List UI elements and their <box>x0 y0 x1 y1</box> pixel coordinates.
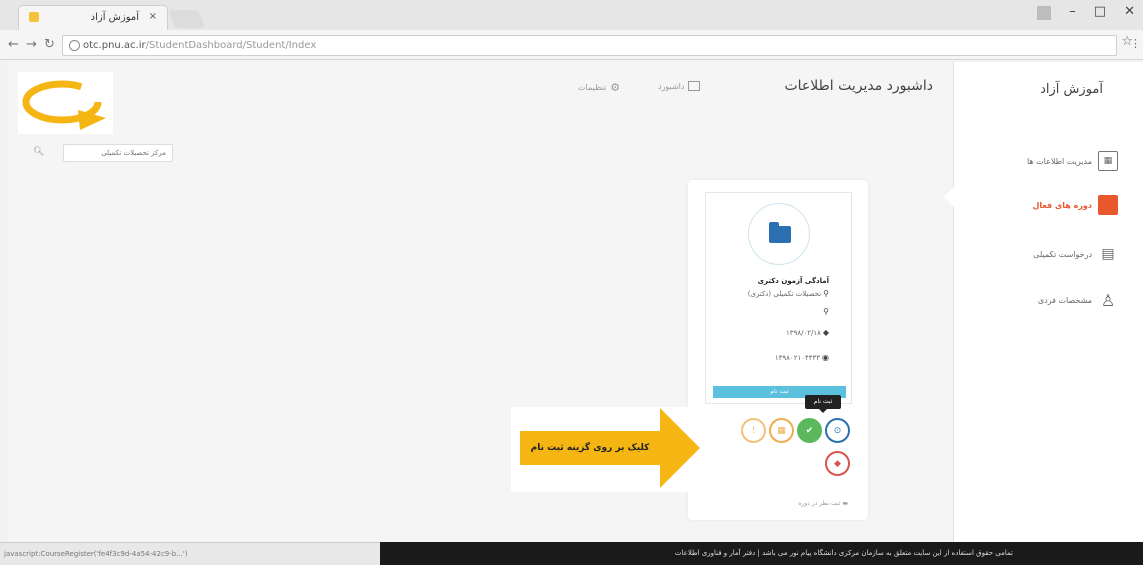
footer-link-label: ثبت نظر در دوره <box>798 500 841 507</box>
course-name: آمادگی آزمون دکتری <box>757 277 829 285</box>
register-icon: ✔ <box>805 425 814 436</box>
code-text: ۱۳۹۸۰۲۱۰۴۴۳۳ <box>774 353 821 362</box>
comment-icon: ▬ <box>842 500 848 507</box>
browser-tab[interactable]: آموزش آزاد × <box>18 5 168 30</box>
sidebar-item-info-management[interactable]: مدیریت اطلاعات ها ▦ <box>1027 150 1118 172</box>
action-button-info[interactable]: ! <box>741 418 766 443</box>
tag-icon: ◆ <box>822 328 829 337</box>
table-icon: ▦ <box>1098 151 1118 171</box>
eye-icon: ◉ <box>822 353 829 362</box>
callout-arrowhead <box>660 408 700 488</box>
browser-tabstrip: آموزش آزاد × – □ ✕ <box>0 0 1143 30</box>
grid-small-icon: ▦ <box>777 425 786 436</box>
annotation-rotate-arrow <box>18 72 113 134</box>
dashboard-link[interactable]: داشبورد <box>658 81 701 91</box>
sidebar-pointer <box>944 187 954 207</box>
maximize-button[interactable]: □ <box>1094 4 1106 20</box>
tag-icon: ◆ <box>834 458 841 469</box>
grid-icon <box>1098 195 1118 215</box>
callout-text: کلیک بر روی گزینه ثبت نام <box>520 431 660 465</box>
forward-icon[interactable]: → <box>26 37 37 52</box>
search-box: 🔍︎ مرکز تحصیلات تکمیلی <box>33 144 173 162</box>
sidebar: آموزش آزاد مدیریت اطلاعات ها ▦ دوره های … <box>944 62 1143 542</box>
user-icon: ♙ <box>1100 290 1116 310</box>
footer-copyright: تمامی حقوق استفاده از این سایت متعلق به … <box>674 549 1013 557</box>
reload-icon[interactable]: ↻ <box>44 37 55 52</box>
dashboard-link-label: داشبورد <box>658 81 685 91</box>
course-image <box>748 203 810 265</box>
favicon-icon <box>29 12 39 22</box>
sidebar-item-label: درخواست تکمیلی <box>1033 249 1092 259</box>
url-host: otc.pnu.ac.ir <box>83 40 146 51</box>
map-marker-icon: ⚲ <box>823 307 829 316</box>
minimize-button[interactable]: – <box>1069 4 1076 20</box>
register-button[interactable]: ✔ <box>797 418 822 443</box>
page-content: داشبورد مدیریت اطلاعات داشبورد تنظیمات ⚙… <box>8 62 1143 542</box>
dashboard-icon <box>688 81 701 91</box>
browser-menu-icon[interactable]: ⋮ <box>1130 37 1141 50</box>
sidebar-item-active-courses[interactable]: دوره های فعال <box>1032 194 1118 216</box>
action-button-tag[interactable]: ◆ <box>825 451 850 476</box>
course-code: ۱۳۹۸۰۲۱۰۴۴۳۳ ◉ <box>775 353 829 362</box>
new-tab-button[interactable] <box>168 10 206 28</box>
back-icon[interactable]: ← <box>8 37 19 52</box>
course-footer-link[interactable]: ثبت نظر در دوره ▬ <box>798 500 848 507</box>
sidebar-item-label: مشخصات فردی <box>1037 295 1092 305</box>
date-text: ۱۳۹۸/۰۲/۱۸ <box>786 328 821 337</box>
search-icon[interactable]: 🔍︎ <box>33 147 44 157</box>
close-window-button[interactable]: ✕ <box>1124 4 1135 20</box>
settings-link[interactable]: تنظیمات ⚙ <box>578 81 620 94</box>
tab-title: آموزش آزاد <box>90 12 139 23</box>
map-marker-icon: ⚲ <box>823 289 829 298</box>
tab-close-icon[interactable]: × <box>149 11 157 22</box>
sidebar-brand: آموزش آزاد <box>1040 82 1103 97</box>
location-text: تحصیلات تکمیلی (دکتری) <box>747 289 822 298</box>
register-tooltip: ثبت نام <box>805 395 841 413</box>
course-date: ۱۳۹۸/۰۲/۱۸ ◆ <box>786 328 829 337</box>
window-controls: – □ ✕ <box>1037 4 1135 20</box>
sidebar-item-label: مدیریت اطلاعات ها <box>1026 156 1092 166</box>
dashboard-header: داشبورد مدیریت اطلاعات داشبورد تنظیمات ⚙ <box>8 62 953 112</box>
search-input[interactable]: مرکز تحصیلات تکمیلی <box>63 144 173 162</box>
folder-icon <box>769 222 791 243</box>
eye-icon: ⊙ <box>833 425 842 436</box>
site-info-icon[interactable] <box>69 40 80 51</box>
action-button-grid[interactable]: ▦ <box>769 418 794 443</box>
sidebar-item-label: دوره های فعال <box>1032 200 1092 210</box>
info-icon: ! <box>751 425 756 436</box>
settings-link-label: تنظیمات <box>578 83 607 92</box>
course-row-2: ⚲ <box>821 307 829 316</box>
sidebar-item-profile[interactable]: مشخصات فردی ♙ <box>1038 289 1118 311</box>
course-location: تحصیلات تکمیلی (دکتری) ⚲ <box>748 289 829 298</box>
document-icon: ▤ <box>1101 246 1115 262</box>
browser-toolbar: ← → ↻ otc.pnu.ac.ir/StudentDashboard/Stu… <box>0 30 1143 60</box>
profile-icon[interactable] <box>1037 6 1052 20</box>
address-bar[interactable]: otc.pnu.ac.ir/StudentDashboard/Student/I… <box>62 35 1117 56</box>
sidebar-item-requests[interactable]: درخواست تکمیلی ▤ <box>1033 243 1118 265</box>
callout-arrow: کلیک بر روی گزینه ثبت نام <box>520 408 700 488</box>
page-title: داشبورد مدیریت اطلاعات <box>784 78 933 94</box>
action-button-view[interactable]: ⊙ <box>825 418 850 443</box>
status-url: javascript:CourseRegister('fe4f3c9d-4a54… <box>0 542 380 565</box>
gear-icon: ⚙ <box>610 81 621 94</box>
course-card-body: آمادگی آزمون دکتری تحصیلات تکمیلی (دکتری… <box>705 192 852 404</box>
url-path: /StudentDashboard/Student/Index <box>145 40 317 51</box>
